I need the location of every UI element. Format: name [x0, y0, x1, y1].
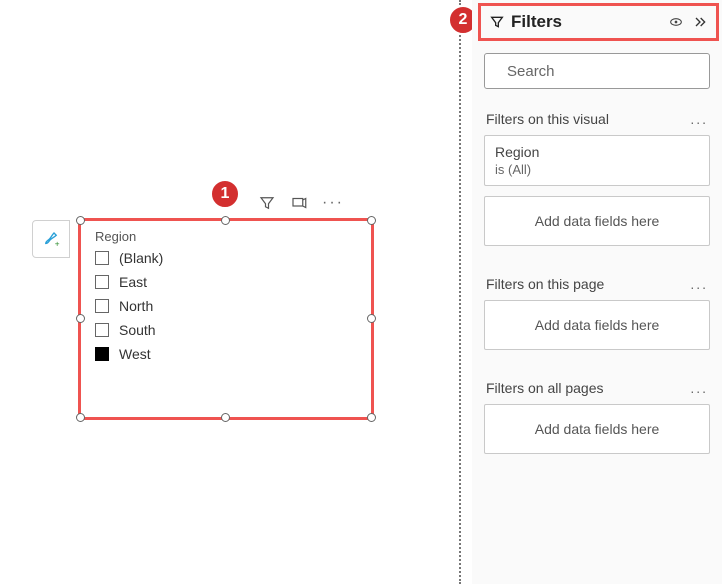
report-canvas: + ··· Region (Blank) East North South [0, 0, 455, 584]
filters-pane-title: Filters [511, 12, 668, 32]
paint-brush-icon: + [42, 230, 60, 248]
slicer-item[interactable]: West [81, 342, 371, 366]
pane-divider [459, 0, 461, 584]
slicer-visual[interactable]: Region (Blank) East North South West [78, 218, 374, 420]
dropzone-label: Add data fields here [535, 317, 660, 333]
resize-handle[interactable] [221, 216, 230, 225]
section-heading: Filters on all pages [486, 380, 604, 396]
dropzone-all-pages[interactable]: Add data fields here [484, 404, 710, 454]
search-box[interactable] [484, 53, 710, 89]
section-heading: Filters on this page [486, 276, 604, 292]
checkbox-icon[interactable] [95, 275, 109, 289]
dropzone-visual[interactable]: Add data fields here [484, 196, 710, 246]
collapse-pane-icon[interactable] [692, 14, 708, 30]
resize-handle[interactable] [76, 413, 85, 422]
section-heading: Filters on this visual [486, 111, 609, 127]
more-options-icon[interactable]: ... [690, 380, 708, 396]
filter-card-region[interactable]: Region is (All) [484, 135, 710, 186]
svg-text:+: + [55, 240, 60, 249]
eye-icon[interactable] [668, 14, 684, 30]
section-filters-on-visual: Filters on this visual ... Region is (Al… [472, 97, 722, 246]
slicer-item-label: East [119, 274, 147, 290]
search-container [472, 41, 722, 97]
checkbox-icon[interactable] [95, 299, 109, 313]
resize-handle[interactable] [367, 413, 376, 422]
slicer-item[interactable]: North [81, 294, 371, 318]
filter-field-name: Region [495, 144, 699, 160]
slicer-item-label: South [119, 322, 156, 338]
more-options-icon[interactable]: ··· [322, 195, 344, 211]
dropzone-page[interactable]: Add data fields here [484, 300, 710, 350]
checkbox-icon[interactable] [95, 251, 109, 265]
slicer-item-label: (Blank) [119, 250, 163, 266]
section-filters-on-page: Filters on this page ... Add data fields… [472, 262, 722, 350]
filters-pane-header: Filters [478, 3, 719, 41]
slicer-item-label: North [119, 298, 153, 314]
focus-mode-icon[interactable] [290, 194, 308, 212]
slicer-item[interactable]: South [81, 318, 371, 342]
format-painter-button[interactable]: + [32, 220, 70, 258]
checkbox-checked-icon[interactable] [95, 347, 109, 361]
slicer-item[interactable]: (Blank) [81, 246, 371, 270]
filter-icon [489, 14, 505, 30]
more-options-icon[interactable]: ... [690, 276, 708, 292]
dropzone-label: Add data fields here [535, 213, 660, 229]
resize-handle[interactable] [76, 314, 85, 323]
resize-handle[interactable] [221, 413, 230, 422]
search-input[interactable] [507, 63, 706, 80]
visual-action-bar: ··· [258, 194, 344, 212]
dropzone-label: Add data fields here [535, 421, 660, 437]
filter-icon[interactable] [258, 194, 276, 212]
filters-pane: Filters Filters on this visual ... Regio… [472, 0, 722, 584]
resize-handle[interactable] [367, 314, 376, 323]
resize-handle[interactable] [76, 216, 85, 225]
section-filters-on-all-pages: Filters on all pages ... Add data fields… [472, 366, 722, 454]
resize-handle[interactable] [367, 216, 376, 225]
more-options-icon[interactable]: ... [690, 111, 708, 127]
filter-summary: is (All) [495, 162, 699, 177]
slicer-item[interactable]: East [81, 270, 371, 294]
slicer-item-label: West [119, 346, 151, 362]
checkbox-icon[interactable] [95, 323, 109, 337]
callout-badge-1: 1 [210, 179, 240, 209]
